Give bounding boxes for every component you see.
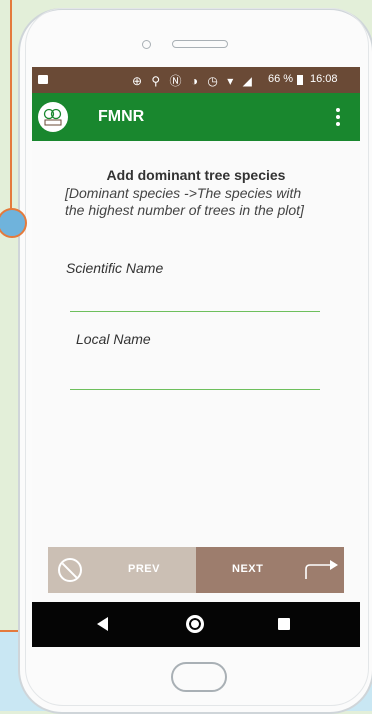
local-name-input[interactable] (70, 367, 320, 390)
app-title: FMNR (98, 108, 145, 125)
earpiece-speaker (172, 40, 228, 48)
local-name-label: Local Name (76, 331, 151, 347)
arrow-forward-icon (305, 560, 338, 579)
scientific-name-label: Scientific Name (66, 260, 164, 276)
block-icon (58, 558, 82, 582)
image-notification-icon (38, 75, 48, 84)
form-heading: Add dominant tree species (106, 167, 286, 183)
android-nav-bar (32, 602, 360, 647)
hardware-home-button[interactable] (171, 662, 227, 692)
form-hint: [Dominant species ->The species with the… (65, 185, 304, 218)
home-circle-icon[interactable] (186, 615, 204, 633)
battery-icon (297, 75, 303, 85)
battery-percentage: 66 % (268, 73, 294, 85)
phone-screen: ⊕ ⚲ Ⓝ ◑ ◷ ▾ ◢ 66 % 16:08 FMNR Add domina… (32, 67, 360, 647)
recent-square-icon[interactable] (278, 618, 290, 630)
navigation-buttons: PREV NEXT (48, 547, 344, 593)
prev-button-label: PREV (128, 563, 160, 575)
status-icons: ⊕ ⚲ Ⓝ ◑ ◷ ▾ ◢ (132, 74, 255, 88)
prev-button[interactable]: PREV (48, 547, 196, 593)
status-clock: 16:08 (310, 73, 338, 85)
scientific-name-input[interactable] (70, 289, 320, 312)
background-accent-line (10, 0, 12, 225)
more-vert-icon[interactable] (332, 103, 344, 131)
front-camera (142, 40, 151, 49)
next-button[interactable]: NEXT (196, 547, 344, 593)
tree-logo-icon (38, 102, 68, 132)
app-bar: FMNR (32, 93, 360, 141)
back-triangle-icon[interactable] (97, 617, 108, 631)
status-bar: ⊕ ⚲ Ⓝ ◑ ◷ ▾ ◢ 66 % 16:08 (32, 67, 360, 93)
next-button-label: NEXT (232, 563, 264, 575)
